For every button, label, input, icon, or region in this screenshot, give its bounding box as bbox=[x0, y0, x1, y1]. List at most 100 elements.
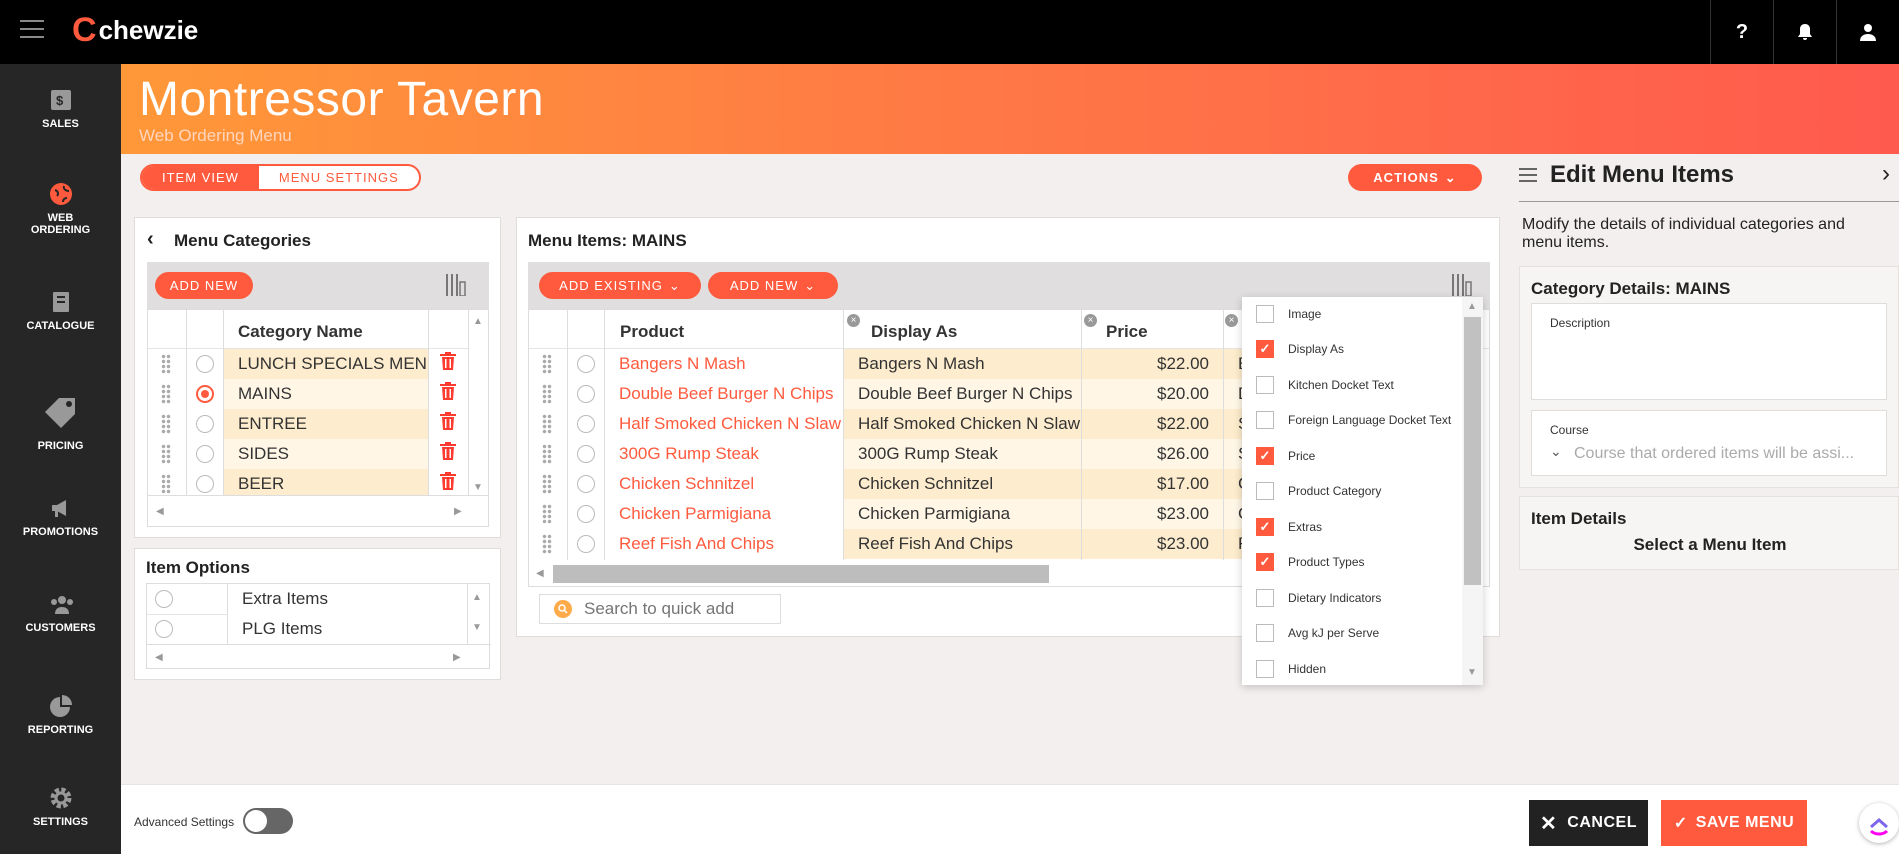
add-existing-button[interactable]: ADD EXISTING ⌄ bbox=[539, 272, 701, 299]
row-select-radio[interactable] bbox=[196, 415, 214, 433]
column-option[interactable]: ✓ Extras bbox=[1256, 517, 1322, 537]
drag-handle-icon[interactable] bbox=[161, 444, 171, 464]
bell-icon[interactable] bbox=[1773, 0, 1836, 64]
row-select-radio[interactable] bbox=[196, 445, 214, 463]
checkbox[interactable] bbox=[1256, 589, 1274, 607]
advanced-settings-toggle[interactable] bbox=[243, 808, 293, 834]
scrollbar-thumb[interactable] bbox=[553, 565, 1049, 583]
add-new-item-button[interactable]: ADD NEW ⌄ bbox=[708, 272, 838, 299]
drag-handle-icon[interactable] bbox=[161, 354, 171, 374]
quick-add-input[interactable] bbox=[584, 599, 764, 619]
trash-icon[interactable] bbox=[440, 379, 456, 409]
product-link[interactable]: Half Smoked Chicken N Slaw bbox=[605, 409, 843, 439]
column-header-display-as[interactable]: Display As bbox=[871, 322, 957, 342]
back-chevron-icon[interactable]: ‹ bbox=[147, 228, 154, 251]
category-row[interactable]: LUNCH SPECIALS MENU bbox=[148, 349, 468, 379]
column-option[interactable]: Dietary Indicators bbox=[1256, 588, 1381, 608]
trash-icon[interactable] bbox=[440, 409, 456, 439]
tab-menu-settings[interactable]: MENU SETTINGS bbox=[259, 166, 419, 189]
product-link[interactable]: Reef Fish And Chips bbox=[605, 529, 843, 559]
product-link[interactable]: 300G Rump Steak bbox=[605, 439, 843, 469]
help-icon[interactable]: ? bbox=[1710, 0, 1773, 64]
row-select-radio[interactable] bbox=[155, 620, 173, 638]
checkbox[interactable] bbox=[1256, 376, 1274, 394]
nav-item-reporting[interactable]: REPORTING bbox=[0, 694, 121, 736]
remove-column-icon[interactable]: × bbox=[847, 314, 860, 327]
scroll-up-icon[interactable]: ▲ bbox=[472, 592, 482, 603]
actions-button[interactable]: ACTIONS ⌄ bbox=[1348, 164, 1482, 191]
scroll-down-icon[interactable]: ▼ bbox=[473, 482, 483, 493]
course-field[interactable]: Course ⌄ Course that ordered items will … bbox=[1531, 410, 1887, 476]
checkbox[interactable]: ✓ bbox=[1256, 447, 1274, 465]
row-select-radio[interactable] bbox=[577, 445, 595, 463]
item-option-row[interactable]: Extra Items bbox=[147, 584, 467, 614]
column-option[interactable]: Hidden bbox=[1256, 659, 1326, 679]
product-link[interactable]: Chicken Parmigiana bbox=[605, 499, 843, 529]
nav-item-customers[interactable]: CUSTOMERS bbox=[0, 592, 121, 634]
product-link[interactable]: Chicken Schnitzel bbox=[605, 469, 843, 499]
scroll-up-icon[interactable]: ▲ bbox=[1467, 301, 1477, 312]
scroll-left-icon[interactable]: ◀ bbox=[536, 568, 544, 579]
product-link[interactable]: Bangers N Mash bbox=[605, 349, 843, 379]
column-header-category-name[interactable]: Category Name bbox=[238, 322, 363, 342]
menu-item-row[interactable]: Reef Fish And Chips Reef Fish And Chips … bbox=[529, 529, 1329, 559]
row-select-radio[interactable] bbox=[196, 355, 214, 373]
scroll-left-icon[interactable]: ◀ bbox=[155, 652, 163, 663]
drag-handle-icon[interactable] bbox=[542, 504, 552, 524]
column-chooser-icon[interactable] bbox=[446, 274, 466, 301]
checkbox[interactable] bbox=[1256, 660, 1274, 678]
hamburger-menu-icon[interactable] bbox=[20, 20, 44, 40]
drag-handle-icon[interactable] bbox=[542, 534, 552, 554]
row-select-radio[interactable] bbox=[577, 475, 595, 493]
checkbox[interactable] bbox=[1256, 482, 1274, 500]
trash-icon[interactable] bbox=[440, 349, 456, 379]
row-select-radio[interactable] bbox=[577, 415, 595, 433]
menu-item-row[interactable]: Half Smoked Chicken N Slaw Half Smoked C… bbox=[529, 409, 1329, 439]
category-row[interactable]: ENTREE bbox=[148, 409, 468, 439]
row-select-radio[interactable] bbox=[196, 385, 214, 403]
scroll-right-icon[interactable]: ▶ bbox=[454, 506, 462, 517]
chevron-down-icon[interactable]: ⌄ bbox=[1550, 443, 1562, 460]
row-select-radio[interactable] bbox=[577, 505, 595, 523]
column-header-price[interactable]: Price bbox=[1106, 322, 1148, 342]
nav-item-catalogue[interactable]: CATALOGUE bbox=[0, 290, 121, 332]
drag-handle-icon[interactable] bbox=[542, 354, 552, 374]
checkbox[interactable] bbox=[1256, 624, 1274, 642]
menu-item-row[interactable]: Bangers N Mash Bangers N Mash $22.00 E bbox=[529, 349, 1329, 379]
cancel-button[interactable]: ✕ CANCEL bbox=[1529, 800, 1648, 846]
product-link[interactable]: Double Beef Burger N Chips bbox=[605, 379, 843, 409]
column-option[interactable]: ✓ Product Types bbox=[1256, 552, 1365, 572]
quick-add-search[interactable] bbox=[539, 594, 781, 624]
row-select-radio[interactable] bbox=[577, 535, 595, 553]
menu-item-row[interactable]: Chicken Parmigiana Chicken Parmigiana $2… bbox=[529, 499, 1329, 529]
description-field[interactable]: Description bbox=[1531, 303, 1887, 400]
scroll-right-icon[interactable]: ▶ bbox=[453, 652, 461, 663]
row-select-radio[interactable] bbox=[196, 475, 214, 493]
trash-icon[interactable] bbox=[440, 439, 456, 469]
row-select-radio[interactable] bbox=[577, 355, 595, 373]
column-option[interactable]: Avg kJ per Serve bbox=[1256, 623, 1379, 643]
clickup-widget-icon[interactable] bbox=[1859, 803, 1899, 843]
column-option[interactable]: ✓ Price bbox=[1256, 446, 1315, 466]
tab-item-view[interactable]: ITEM VIEW bbox=[142, 166, 259, 189]
nav-item-pricing[interactable]: PRICING bbox=[0, 394, 121, 452]
column-option[interactable]: Foreign Language Docket Text bbox=[1256, 410, 1451, 430]
close-panel-chevron-icon[interactable]: › bbox=[1882, 160, 1890, 188]
drag-handle-icon[interactable] bbox=[542, 414, 552, 434]
add-category-button[interactable]: ADD NEW bbox=[155, 272, 253, 299]
nav-item-sales[interactable]: $ SALES bbox=[0, 88, 121, 130]
user-icon[interactable] bbox=[1836, 0, 1899, 64]
drag-handle-icon[interactable] bbox=[542, 384, 552, 404]
drag-handle-icon[interactable] bbox=[161, 474, 171, 494]
checkbox[interactable] bbox=[1256, 411, 1274, 429]
column-option[interactable]: ✓ Display As bbox=[1256, 339, 1344, 359]
row-select-radio[interactable] bbox=[155, 590, 173, 608]
scroll-up-icon[interactable]: ▲ bbox=[473, 316, 483, 327]
menu-item-row[interactable]: Chicken Schnitzel Chicken Schnitzel $17.… bbox=[529, 469, 1329, 499]
menu-item-row[interactable]: 300G Rump Steak 300G Rump Steak $26.00 S bbox=[529, 439, 1329, 469]
column-option[interactable]: Image bbox=[1256, 304, 1321, 324]
nav-item-settings[interactable]: SETTINGS bbox=[0, 786, 121, 828]
nav-item-web-ordering[interactable]: WEB ORDERING bbox=[0, 182, 121, 236]
checkbox[interactable]: ✓ bbox=[1256, 518, 1274, 536]
drag-handle-icon[interactable] bbox=[542, 444, 552, 464]
